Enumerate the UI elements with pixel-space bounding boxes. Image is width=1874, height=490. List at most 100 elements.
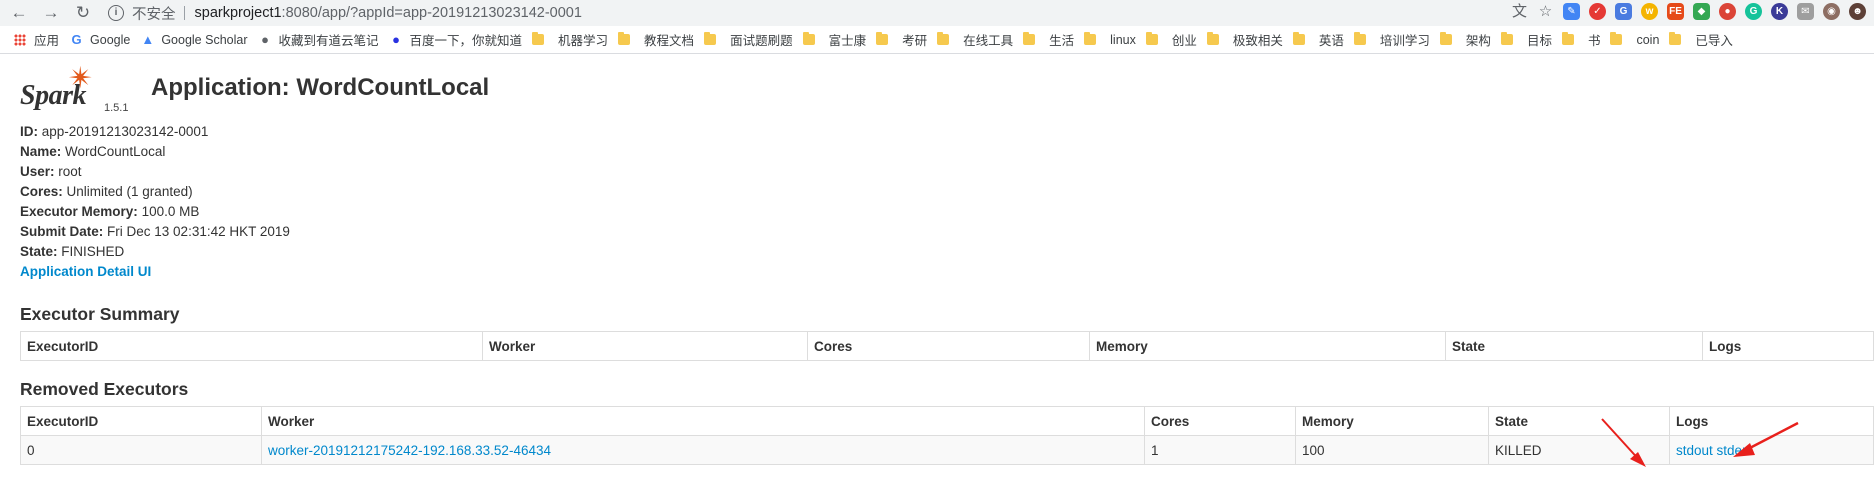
info-name: Name: WordCountLocal	[20, 144, 166, 159]
scholar-icon: ▲	[141, 32, 155, 47]
info-submit-date: Submit Date: Fri Dec 13 02:31:42 HKT 201…	[20, 224, 290, 239]
bookmark-item[interactable]: 书	[1558, 30, 1607, 49]
translate-icon[interactable]: 文	[1511, 3, 1528, 20]
globe-icon: ●	[261, 32, 269, 47]
info-submit-value: Fri Dec 13 02:31:42 HKT 2019	[107, 224, 290, 239]
address-bar[interactable]: i 不安全 sparkproject1:8080/app/?appId=app-…	[108, 1, 1468, 25]
bookmark-item[interactable]: 生活	[1019, 30, 1080, 49]
info-name-value: WordCountLocal	[65, 144, 166, 159]
info-icon[interactable]: i	[108, 5, 124, 21]
executor-summary-table: ExecutorID Worker Cores Memory State Log…	[20, 331, 1874, 361]
extension-toolbar: 文 ☆ ✎ ✓ G w FE ◆ ● G K ✉ ◉ ☻	[1511, 3, 1866, 20]
bookmark-item[interactable]: 架构	[1436, 30, 1497, 49]
bookmark-label: linux	[1110, 32, 1136, 47]
forward-arrow-icon[interactable]: →	[40, 2, 62, 24]
info-memory-value: 100.0 MB	[141, 204, 200, 219]
bookmark-item[interactable]: 在线工具	[933, 30, 1019, 49]
bookmark-label: 收藏到有道云笔记	[278, 34, 379, 48]
info-user: User: root	[20, 164, 82, 179]
bookmark-star-icon[interactable]: ☆	[1537, 3, 1554, 20]
column-header[interactable]: Memory	[1295, 406, 1489, 436]
bookmark-item[interactable]: 应用	[0, 30, 65, 49]
info-id: ID: app-20191213023142-0001	[20, 124, 209, 139]
column-header[interactable]: Worker	[482, 331, 808, 361]
bookmark-label: 生活	[1049, 34, 1075, 48]
extension-grammarly-icon[interactable]: G	[1745, 3, 1762, 20]
bookmark-label: 百度一下，你就知道	[409, 34, 523, 48]
removed-executors-heading: Removed Executors	[20, 379, 189, 399]
bookmark-label: 考研	[902, 34, 928, 48]
column-header[interactable]: Memory	[1089, 331, 1446, 361]
extension-pin-icon[interactable]: ●	[1719, 3, 1736, 20]
bookmark-label: 富士康	[828, 34, 867, 48]
bookmark-item[interactable]: coin	[1606, 32, 1665, 47]
bookmark-label: 极致相关	[1232, 34, 1283, 48]
bookmark-label: 架构	[1465, 34, 1491, 48]
application-detail-ui-link[interactable]: Application Detail UI	[20, 264, 151, 279]
reload-icon[interactable]: ↻	[72, 2, 94, 24]
folder-icon	[1610, 32, 1623, 45]
bookmark-label: 在线工具	[963, 34, 1014, 48]
bookmark-item[interactable]: 英语	[1289, 30, 1350, 49]
folder-icon	[704, 32, 717, 45]
browser-toolbar: ← → ↻ i 不安全 sparkproject1:8080/app/?appI…	[0, 0, 1874, 26]
extension-check-icon[interactable]: ✓	[1589, 3, 1606, 20]
column-header[interactable]: Logs	[1702, 331, 1874, 361]
executor-summary-heading: Executor Summary	[20, 304, 180, 324]
worker-link[interactable]: worker-20191212175242-192.168.33.52-4643…	[268, 443, 551, 458]
annotation-arrow-left	[1601, 418, 1646, 467]
bookmark-item[interactable]: 创业	[1142, 30, 1203, 49]
extension-weibo-icon[interactable]: w	[1641, 3, 1658, 20]
apps-grid-icon	[14, 33, 26, 46]
bookmark-label: 面试题刷题	[730, 34, 793, 48]
column-header[interactable]: Worker	[261, 406, 1145, 436]
folder-icon	[802, 32, 815, 45]
folder-icon	[532, 32, 545, 45]
bookmark-item[interactable]: 已导入	[1665, 30, 1739, 49]
column-header[interactable]: ExecutorID	[20, 331, 483, 361]
profile-avatar-icon[interactable]: ☻	[1849, 3, 1866, 20]
bookmark-item[interactable]: ▲ Google Scholar	[136, 32, 253, 47]
bookmark-item[interactable]: linux	[1080, 32, 1142, 47]
extension-k-icon[interactable]: K	[1771, 3, 1788, 20]
folder-icon	[1500, 32, 1513, 45]
worker-cell: worker-20191212175242-192.168.33.52-4643…	[261, 435, 1145, 465]
extension-translate-icon[interactable]: G	[1615, 3, 1632, 20]
page-title: Application: WordCountLocal	[151, 74, 490, 101]
bookmark-item[interactable]: 考研	[872, 30, 933, 49]
page-header: Spark ✴ 1.5.1 Application: WordCountLoca…	[20, 60, 1874, 122]
column-header[interactable]: State	[1445, 331, 1703, 361]
extension-shield-icon[interactable]: ◆	[1693, 3, 1710, 20]
bookmark-item[interactable]: 目标	[1497, 30, 1558, 49]
bookmark-item[interactable]: 面试题刷题	[700, 30, 799, 49]
column-header[interactable]: Cores	[807, 331, 1090, 361]
bookmark-label: coin	[1636, 32, 1660, 47]
bookmark-item[interactable]: 极致相关	[1203, 30, 1289, 49]
column-header[interactable]: Cores	[1144, 406, 1296, 436]
app-info-list: ID: app-20191213023142-0001 Name: WordCo…	[20, 122, 1874, 282]
bookmark-item[interactable]: 教程文档	[614, 30, 700, 49]
bookmark-item[interactable]: 富士康	[799, 30, 873, 49]
folder-icon	[1669, 32, 1682, 45]
extension-fe-icon[interactable]: FE	[1667, 3, 1684, 20]
spark-logo[interactable]: Spark ✴ 1.5.1	[20, 62, 128, 118]
extension-mail-icon[interactable]: ✉	[1797, 3, 1814, 20]
cores-cell: 1	[1144, 435, 1296, 465]
column-header[interactable]: ExecutorID	[20, 406, 262, 436]
info-state-value: FINISHED	[61, 244, 125, 259]
folder-icon	[618, 32, 631, 45]
bookmark-label: 教程文档	[644, 34, 695, 48]
bookmark-item[interactable]: ● 收藏到有道云笔记	[254, 30, 385, 49]
back-arrow-icon[interactable]: ←	[8, 2, 30, 24]
info-user-value: root	[58, 164, 82, 179]
folder-icon	[1292, 32, 1305, 45]
bookmark-item[interactable]: 机器学习	[528, 30, 614, 49]
spark-app-page: Spark ✴ 1.5.1 Application: WordCountLoca…	[20, 60, 1874, 465]
bookmark-item[interactable]: G Google	[65, 32, 136, 47]
folder-icon	[1353, 32, 1366, 45]
folder-icon	[1206, 32, 1219, 45]
bookmark-item[interactable]: 培训学习	[1350, 30, 1436, 49]
bookmark-item[interactable]: ● 百度一下，你就知道	[385, 30, 529, 49]
extension-owl-icon[interactable]: ◉	[1823, 3, 1840, 20]
extension-edit-icon[interactable]: ✎	[1563, 3, 1580, 20]
